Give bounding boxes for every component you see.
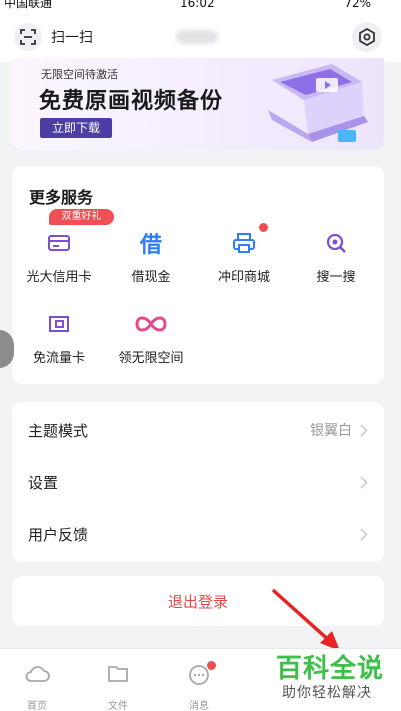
folder-icon bbox=[88, 663, 148, 687]
borrow-icon: 借 bbox=[106, 228, 196, 258]
search-icon bbox=[291, 228, 381, 258]
chevron-right-icon bbox=[360, 424, 368, 437]
infinity-icon bbox=[106, 309, 196, 339]
more-services-title: 更多服务 bbox=[29, 188, 94, 207]
service-unlimited-space[interactable]: 领无限空间 bbox=[106, 309, 196, 366]
download-button[interactable]: 立即下载 bbox=[40, 118, 112, 138]
row-theme-mode[interactable]: 主题模式 银翼白 bbox=[12, 404, 384, 456]
service-label: 光大信用卡 bbox=[26, 270, 92, 285]
credit-card-icon bbox=[14, 228, 104, 258]
watermark-subtitle: 助你轻松解决 bbox=[282, 685, 372, 701]
watermark-title: 百科全说 bbox=[276, 654, 385, 684]
promo-banner[interactable]: 无限空间待激活 免费原画视频备份 立即下载 bbox=[12, 58, 384, 150]
more-services-card: 更多服务 双重好礼 光大信用卡 借 借现金 冲印商城 搜一搜 免流量卡 领无限空… bbox=[12, 166, 384, 384]
cloud-icon bbox=[7, 663, 67, 687]
battery-level: 72% bbox=[344, 0, 371, 10]
row-label: 设置 bbox=[28, 473, 59, 492]
tab-messages[interactable]: 消息 bbox=[169, 661, 229, 711]
status-bar: 中国联通 16:02 72% bbox=[0, 0, 401, 12]
row-value: 银翼白 bbox=[310, 423, 352, 439]
service-label: 借现金 bbox=[131, 270, 171, 285]
username-blurred bbox=[176, 30, 218, 44]
service-label: 免流量卡 bbox=[32, 351, 85, 366]
tab-label: 文件 bbox=[108, 701, 128, 711]
tab-files[interactable]: 文件 bbox=[88, 663, 148, 711]
service-label: 冲印商城 bbox=[217, 270, 270, 285]
service-credit-card[interactable]: 光大信用卡 bbox=[14, 228, 104, 285]
tab-label: 消息 bbox=[189, 701, 209, 711]
service-borrow-cash[interactable]: 借 借现金 bbox=[106, 228, 196, 285]
row-label: 主题模式 bbox=[28, 421, 89, 440]
top-bar: 扫一扫 bbox=[0, 12, 401, 62]
borrow-glyph: 借 bbox=[139, 233, 162, 258]
service-data-card[interactable]: 免流量卡 bbox=[14, 309, 104, 366]
watermark: 百科全说 助你轻松解决 bbox=[268, 640, 398, 708]
settings-card: 主题模式 银翼白 设置 用户反馈 bbox=[12, 402, 384, 562]
tab-home[interactable]: 首页 bbox=[7, 663, 67, 711]
row-settings[interactable]: 设置 bbox=[12, 456, 384, 508]
service-label: 搜一搜 bbox=[316, 270, 356, 285]
service-print-mall[interactable]: 冲印商城 bbox=[199, 223, 289, 285]
row-feedback[interactable]: 用户反馈 bbox=[12, 508, 384, 560]
scan-label: 扫一扫 bbox=[51, 30, 93, 46]
service-label: 领无限空间 bbox=[118, 351, 184, 366]
notification-dot bbox=[259, 223, 268, 232]
settings-button[interactable] bbox=[352, 22, 382, 52]
chevron-right-icon bbox=[360, 528, 368, 541]
chevron-right-icon bbox=[360, 476, 368, 489]
sim-card-icon bbox=[14, 309, 104, 339]
service-search[interactable]: 搜一搜 bbox=[291, 228, 381, 285]
banner-subtitle: 无限空间待激活 bbox=[41, 68, 118, 81]
row-label: 用户反馈 bbox=[28, 525, 89, 544]
scan-icon bbox=[14, 23, 42, 51]
settings-icon bbox=[359, 28, 375, 46]
promo-badge: 双重好礼 bbox=[49, 209, 114, 225]
printer-icon bbox=[199, 223, 289, 258]
banner-title: 免费原画视频备份 bbox=[39, 89, 224, 114]
tab-label: 首页 bbox=[27, 701, 47, 711]
laptop-illustration bbox=[268, 64, 368, 142]
clock: 16:02 bbox=[180, 0, 215, 10]
scan-button[interactable]: 扫一扫 bbox=[14, 22, 104, 52]
carrier-label: 中国联通 bbox=[4, 0, 53, 10]
notification-dot bbox=[207, 661, 216, 670]
message-icon bbox=[169, 661, 229, 687]
